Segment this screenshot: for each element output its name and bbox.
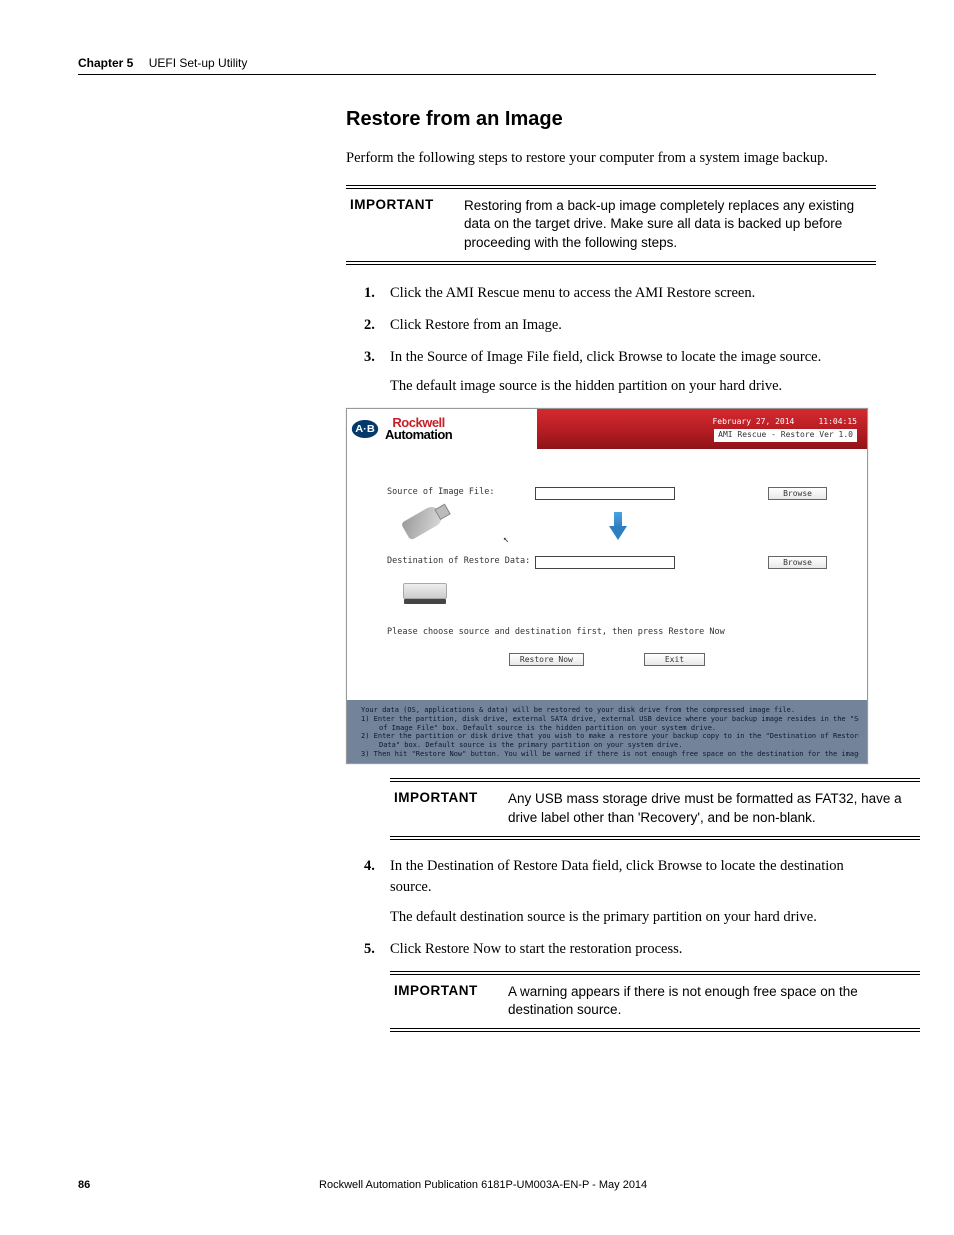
step-5: Click Restore Now to start the restorati… <box>346 939 876 961</box>
step-text: In the Source of Image File field, click… <box>390 349 821 365</box>
step-4: In the Destination of Restore Data field… <box>346 856 876 929</box>
intro-paragraph: Perform the following steps to restore y… <box>346 149 876 169</box>
footer-line: 3) Then hit "Restore Now" button. You wi… <box>361 750 859 759</box>
important-callout-3: IMPORTANT A warning appears if there is … <box>390 971 920 1033</box>
step-subtext: The default destination source is the pr… <box>390 907 876 929</box>
header-version: AMI Rescue - Restore Ver 1.0 <box>714 429 857 441</box>
chapter-title: UEFI Set-up Utility <box>149 56 248 70</box>
hard-drive-icon <box>403 583 447 599</box>
screenshot-footer: Your data (OS, applications & data) will… <box>347 700 867 763</box>
screenshot-body: Source of Image File: Browse ↖ Destinati… <box>347 449 867 700</box>
important-text: Any USB mass storage drive must be forma… <box>508 788 920 828</box>
step-2: Click Restore from an Image. <box>346 315 876 337</box>
publication-info: Rockwell Automation Publication 6181P-UM… <box>90 1179 876 1191</box>
page-footer: 86 Rockwell Automation Publication 6181P… <box>78 1179 876 1191</box>
important-callout-2: IMPORTANT Any USB mass storage drive mus… <box>390 778 920 840</box>
browse-destination-button[interactable]: Browse <box>768 556 827 569</box>
running-header: Chapter 5 UEFI Set-up Utility <box>78 56 876 75</box>
page-number: 86 <box>78 1179 90 1191</box>
footer-line: 1) Enter the partition, disk drive, exte… <box>361 715 859 724</box>
step-text: Click Restore Now to start the restorati… <box>390 941 682 957</box>
important-label: IMPORTANT <box>346 195 464 254</box>
step-text: Click the AMI Rescue menu to access the … <box>390 285 755 301</box>
important-text: A warning appears if there is not enough… <box>508 981 920 1021</box>
important-label: IMPORTANT <box>390 788 508 828</box>
destination-input[interactable] <box>535 556 675 569</box>
step-subtext: The default image source is the hidden p… <box>390 376 876 398</box>
footer-line: of Image File" box. Default source is th… <box>361 724 859 733</box>
source-label: Source of Image File: <box>387 487 535 497</box>
chapter-label: Chapter 5 <box>78 56 133 70</box>
step-1: Click the AMI Rescue menu to access the … <box>346 283 876 305</box>
step-list: Click the AMI Rescue menu to access the … <box>346 283 876 398</box>
footer-line: 2) Enter the partition or disk drive tha… <box>361 732 859 741</box>
restore-now-button[interactable]: Restore Now <box>509 653 584 666</box>
logo-area: A·B Rockwell Automation <box>347 409 537 449</box>
arrow-down-icon <box>609 512 627 542</box>
footer-line: Data" box. Default source is the primary… <box>361 741 859 750</box>
instruction-text: Please choose source and destination fir… <box>387 627 827 637</box>
header-date: February 27, 2014 <box>712 417 794 426</box>
exit-button[interactable]: Exit <box>644 653 705 666</box>
source-input[interactable] <box>535 487 675 500</box>
important-label: IMPORTANT <box>390 981 508 1021</box>
logo-line2: Automation <box>385 429 452 441</box>
footer-line: Your data (OS, applications & data) will… <box>361 706 859 715</box>
header-time: 11:04:15 <box>818 417 857 426</box>
step-text: Click Restore from an Image. <box>390 317 562 333</box>
destination-label: Destination of Restore Data: <box>387 556 535 566</box>
important-text: Restoring from a back-up image completel… <box>464 195 876 254</box>
ami-restore-screenshot: A·B Rockwell Automation February 27, 201… <box>346 408 868 764</box>
screenshot-header: A·B Rockwell Automation February 27, 201… <box>347 409 867 449</box>
ab-badge-icon: A·B <box>352 420 378 438</box>
usb-drive-icon <box>401 504 446 541</box>
main-content: Restore from an Image Perform the follow… <box>346 108 876 1048</box>
browse-source-button[interactable]: Browse <box>768 487 827 500</box>
step-list-continued: In the Destination of Restore Data field… <box>346 856 876 961</box>
section-heading: Restore from an Image <box>346 108 876 131</box>
header-red-band: February 27, 2014 11:04:15 AMI Rescue - … <box>537 409 867 449</box>
step-3: In the Source of Image File field, click… <box>346 347 876 399</box>
step-text: In the Destination of Restore Data field… <box>390 858 844 896</box>
rockwell-logo: Rockwell Automation <box>385 417 452 442</box>
important-callout-1: IMPORTANT Restoring from a back-up image… <box>346 185 876 266</box>
